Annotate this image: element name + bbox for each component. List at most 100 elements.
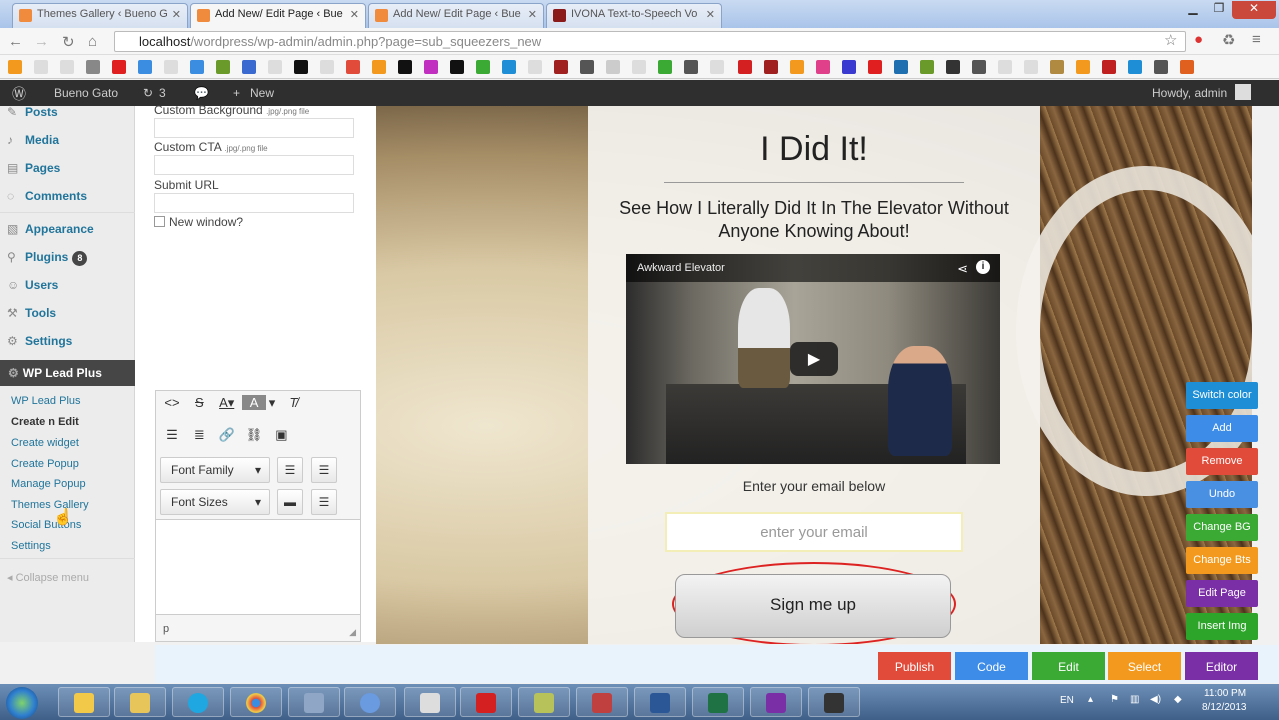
sidebar-item-posts[interactable]: ✎ Posts (7, 105, 58, 119)
background-color-dropdown-icon[interactable]: ▾ (266, 395, 278, 411)
play-button[interactable]: ▶ (790, 342, 838, 376)
bookmark-icon[interactable] (164, 60, 178, 74)
bookmark-icon[interactable] (868, 60, 882, 74)
submenu-manage-popup[interactable]: Manage Popup (11, 478, 86, 490)
taskbar-app-chrome[interactable] (230, 687, 282, 717)
reload-icon[interactable]: ↻ (62, 33, 75, 51)
headline[interactable]: I Did It! (588, 130, 1040, 169)
bookmark-icon[interactable] (60, 60, 74, 74)
browser-tab-1[interactable]: Themes Gallery ‹ Bueno G ✕ (12, 3, 188, 28)
side-button-change-bg[interactable]: Change BG (1186, 514, 1258, 541)
bookmark-icon[interactable] (216, 60, 230, 74)
sidebar-item-wp-lead-plus[interactable]: ⚙ WP Lead Plus (0, 360, 150, 386)
tray-app-icon[interactable]: ◆ (1174, 694, 1182, 705)
submenu-wp-lead-plus[interactable]: WP Lead Plus (11, 395, 81, 407)
bookmark-icon[interactable] (34, 60, 48, 74)
unlink-icon[interactable]: ⛓ (242, 427, 266, 443)
select-button[interactable]: Select (1108, 652, 1181, 680)
bookmark-icon[interactable] (658, 60, 672, 74)
sidebar-item-users[interactable]: ☺ Users (7, 278, 58, 292)
bookmark-icon[interactable] (528, 60, 542, 74)
taskbar-app-notes[interactable] (518, 687, 570, 717)
sidebar-item-appearance[interactable]: ▧ Appearance (7, 222, 94, 236)
taskbar-app-media[interactable] (288, 687, 340, 717)
browser-tab-4[interactable]: IVONA Text-to-Speech Vo ✕ (546, 3, 722, 28)
align-right-icon[interactable]: ☰ (277, 457, 303, 483)
sidebar-item-settings[interactable]: ⚙ Settings (7, 334, 72, 348)
forward-icon[interactable]: → (34, 33, 49, 50)
wordpress-logo-icon[interactable]: Ⓦ (12, 84, 26, 104)
publish-button[interactable]: Publish (878, 652, 951, 680)
content-panel[interactable]: I Did It! See How I Literally Did It In … (588, 106, 1040, 644)
volume-icon[interactable]: ◀) (1150, 694, 1161, 705)
bookmark-icon[interactable] (684, 60, 698, 74)
side-button-undo[interactable]: Undo (1186, 481, 1258, 508)
howdy-link[interactable]: Howdy, admin (1152, 86, 1227, 100)
clock-date[interactable]: 8/12/2013 (1202, 702, 1247, 713)
taskbar-app-excel[interactable] (692, 687, 744, 717)
updates-count[interactable]: 3 (159, 86, 166, 100)
updates-icon[interactable]: ↻ (143, 86, 153, 100)
browser-tab-2[interactable]: Add New/ Edit Page ‹ Bue ✕ (190, 3, 366, 28)
bookmark-icon[interactable] (580, 60, 594, 74)
image-icon[interactable]: ▣ (269, 427, 293, 443)
bookmark-icon[interactable] (1102, 60, 1116, 74)
bookmark-icon[interactable] (790, 60, 804, 74)
strikethrough-icon[interactable]: S (187, 395, 211, 410)
clear-formatting-icon[interactable]: T̸ (281, 395, 305, 410)
custom-background-input[interactable] (154, 118, 354, 138)
taskbar-app-onenote[interactable] (750, 687, 802, 717)
bookmark-icon[interactable] (320, 60, 334, 74)
bookmark-icon[interactable] (972, 60, 986, 74)
taskbar-app-pdf[interactable] (460, 687, 512, 717)
source-code-icon[interactable]: <> (160, 395, 184, 410)
bookmark-icon[interactable] (998, 60, 1012, 74)
bookmark-icon[interactable] (268, 60, 282, 74)
bookmark-icon[interactable] (450, 60, 464, 74)
signup-button[interactable]: Sign me up (675, 574, 951, 638)
taskbar-app-recorder[interactable] (808, 687, 860, 717)
align-center-icon[interactable]: ☰ (311, 489, 337, 515)
bookmark-icon[interactable] (190, 60, 204, 74)
bullet-list-icon[interactable]: ☰ (160, 427, 184, 443)
bookmark-icon[interactable] (894, 60, 908, 74)
opera-extension-icon[interactable]: ● (1194, 31, 1203, 48)
close-tab-icon[interactable]: ✕ (172, 8, 181, 21)
resize-handle-icon[interactable]: ◢ (349, 627, 356, 638)
extension-icon[interactable]: ♻ (1222, 31, 1235, 49)
network-icon[interactable]: ▥ (1130, 694, 1139, 705)
bookmark-icon[interactable] (476, 60, 490, 74)
bookmark-icon[interactable] (112, 60, 126, 74)
bookmark-icon[interactable] (554, 60, 568, 74)
bookmark-icon[interactable] (1050, 60, 1064, 74)
bookmark-star-icon[interactable]: ☆ (1164, 31, 1177, 49)
bookmark-icon[interactable] (764, 60, 778, 74)
submenu-create-widget[interactable]: Create widget (11, 437, 79, 449)
submenu-settings[interactable]: Settings (11, 540, 51, 552)
side-button-insert-img[interactable]: Insert Img (1186, 613, 1258, 640)
bookmark-icon[interactable] (816, 60, 830, 74)
bookmark-icon[interactable] (138, 60, 152, 74)
bookmark-icon[interactable] (946, 60, 960, 74)
bookmark-icon[interactable] (86, 60, 100, 74)
background-color-icon[interactable]: A (242, 395, 267, 410)
sidebar-item-plugins[interactable]: ⚲ Plugins 8 (7, 250, 88, 266)
taskbar-app-browser[interactable] (344, 687, 396, 717)
bookmark-icon[interactable] (842, 60, 856, 74)
url-input[interactable]: localhost/wordpress/wp-admin/admin.php?p… (114, 31, 1186, 52)
side-button-switch-color[interactable]: Switch color (1186, 382, 1258, 409)
video-player[interactable]: Awkward Elevator ⋖ i ▶ (626, 254, 1000, 464)
bookmark-icon[interactable] (242, 60, 256, 74)
editor-button[interactable]: Editor (1185, 652, 1258, 680)
taskbar-app-skype[interactable] (172, 687, 224, 717)
bookmark-icon[interactable] (920, 60, 934, 74)
checkbox-icon[interactable] (154, 216, 165, 227)
site-name-link[interactable]: Bueno Gato (54, 86, 118, 100)
share-icon[interactable]: ⋖ (957, 261, 968, 277)
email-field[interactable]: enter your email (665, 512, 963, 552)
submenu-create-popup[interactable]: Create Popup (11, 458, 79, 470)
clock-time[interactable]: 11:00 PM (1204, 688, 1246, 699)
link-icon[interactable]: 🔗 (215, 427, 239, 443)
collapse-menu-button[interactable]: ◂ Collapse menu (7, 571, 89, 584)
taskbar-app-paint[interactable] (576, 687, 628, 717)
